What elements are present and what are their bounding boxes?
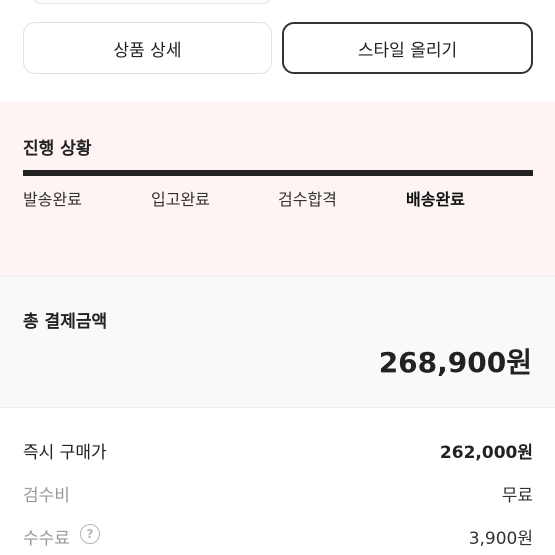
- question-circle-icon[interactable]: ?: [80, 524, 100, 544]
- commission-row: 수수료 ? 3,900원: [23, 524, 533, 552]
- commission-value: 3,900원: [468, 529, 533, 549]
- product-detail-button[interactable]: 상품 상세: [23, 22, 272, 74]
- progress-section: 진행 상황 발송완료 입고완료 검수합격 배송완료: [0, 102, 555, 276]
- total-payment-label: 총 결제금액: [23, 312, 108, 332]
- step-shipped: 발송완료: [23, 190, 82, 209]
- instant-price-label: 즉시 구매가: [23, 443, 107, 463]
- inspection-fee-row: 검수비 무료: [23, 481, 533, 509]
- inspection-fee-label: 검수비: [23, 486, 70, 506]
- commission-label: 수수료: [23, 529, 70, 549]
- instant-price-row: 즉시 구매가 262,000원: [23, 438, 533, 466]
- total-payment-amount: 268,900원: [378, 346, 532, 379]
- total-payment-section: 총 결제금액 268,900원: [0, 276, 555, 408]
- step-inspection-passed: 검수합격: [278, 190, 337, 209]
- top-button-stub[interactable]: [32, 0, 272, 4]
- step-delivered: 배송완료: [406, 190, 465, 209]
- step-received: 입고완료: [151, 190, 210, 209]
- instant-price-value: 262,000원: [439, 443, 533, 463]
- progress-title: 진행 상황: [23, 139, 92, 159]
- upload-style-button[interactable]: 스타일 올리기: [282, 22, 533, 74]
- inspection-fee-value: 무료: [501, 486, 533, 506]
- action-buttons: 상품 상세 스타일 올리기: [23, 22, 533, 74]
- progress-steps: 발송완료 입고완료 검수합격 배송완료: [23, 186, 533, 210]
- progress-bar: [23, 170, 533, 176]
